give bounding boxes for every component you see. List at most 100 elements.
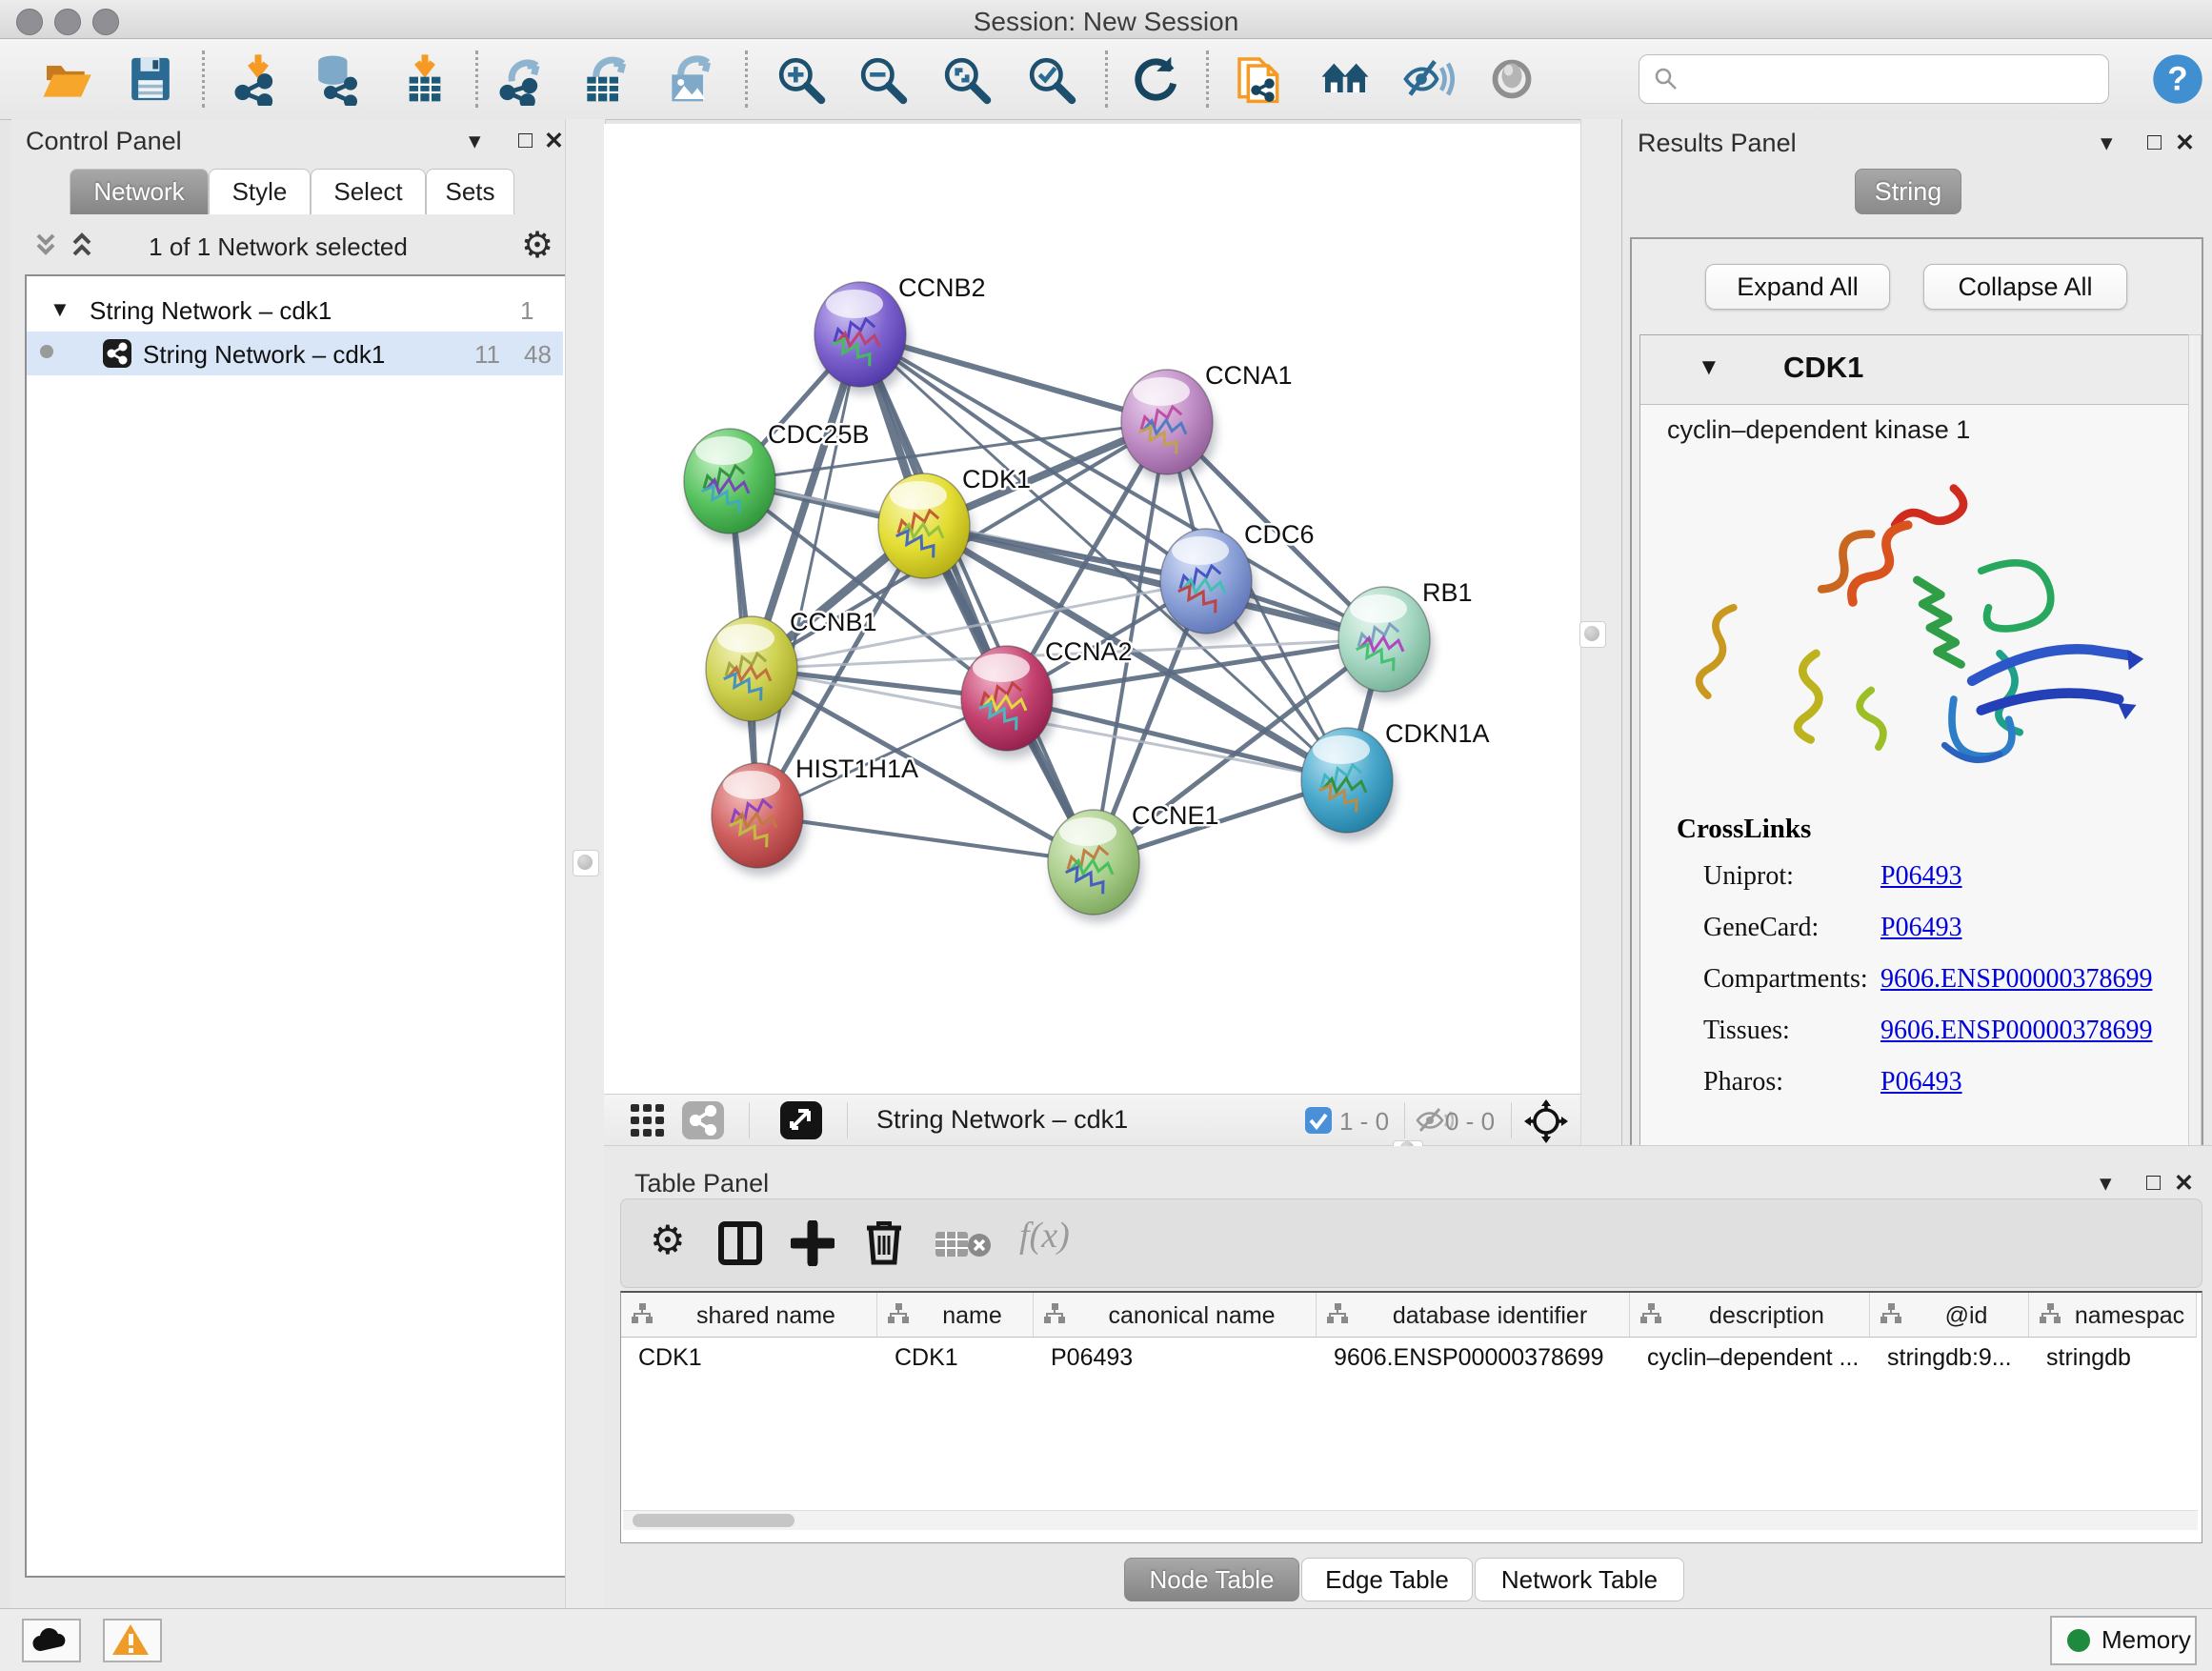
network-node[interactable]: HIST1H1A — [712, 755, 918, 876]
add-column-icon[interactable] — [791, 1220, 835, 1266]
network-node[interactable]: CCNE1 — [1048, 801, 1219, 922]
network-edge[interactable] — [757, 334, 860, 815]
table-settings-gear-icon[interactable]: ⚙ — [650, 1217, 686, 1263]
results-panel-close-icon[interactable]: ✕ — [2175, 129, 2195, 157]
column-header-database-identifier[interactable]: database identifier — [1317, 1293, 1630, 1338]
collection-expand-icon[interactable]: ▼ — [50, 297, 70, 322]
table-cell[interactable]: P06493 — [1051, 1337, 1311, 1386]
string-document-icon[interactable] — [1233, 52, 1286, 106]
results-panel-float-icon[interactable]: □ — [2147, 129, 2162, 156]
birds-eye-view-icon[interactable] — [780, 1101, 822, 1139]
warnings-button[interactable] — [103, 1619, 162, 1662]
grid-view-icon[interactable] — [631, 1104, 665, 1137]
node-table[interactable]: shared namenamecanonical namedatabase id… — [620, 1291, 2202, 1543]
tab-network[interactable]: Network — [70, 169, 209, 214]
network-node[interactable]: CDC25B — [684, 420, 870, 541]
apply-layout-icon[interactable] — [1129, 52, 1182, 106]
import-network-icon[interactable] — [231, 52, 285, 106]
network-node[interactable]: CCNA2 — [961, 637, 1133, 758]
network-node[interactable]: CCNB2 — [814, 273, 986, 394]
string-home-icon[interactable] — [1318, 52, 1372, 106]
network-graph[interactable]: CCNB2CCNA1CDC25BCDK1CDC6RB1CCNB1CCNA2CDK… — [604, 124, 1580, 1094]
table-cell[interactable]: cyclin–dependent ... — [1647, 1337, 1864, 1386]
column-header-shared-name[interactable]: shared name — [621, 1293, 877, 1338]
table-hscrollbar-track[interactable] — [623, 1510, 2198, 1530]
collapse-all-networks-icon[interactable] — [34, 232, 67, 260]
tab-node-table[interactable]: Node Table — [1124, 1558, 1299, 1601]
import-network-from-database-icon[interactable] — [311, 52, 364, 106]
node-label: CCNB2 — [898, 273, 986, 302]
open-session-icon[interactable] — [40, 52, 93, 106]
table-panel-menu-icon[interactable]: ▾ — [2100, 1169, 2112, 1198]
crosslink-value-link[interactable]: P06493 — [1880, 1067, 1962, 1097]
crosslink-value-link[interactable]: P06493 — [1880, 913, 1962, 943]
table-panel-float-icon[interactable]: □ — [2146, 1169, 2161, 1197]
enhance-labels-icon[interactable] — [1401, 52, 1455, 106]
results-panel-menu-icon[interactable]: ▾ — [2101, 129, 2113, 157]
table-cell[interactable]: stringdb:9... — [1887, 1337, 2023, 1386]
table-cell[interactable]: CDK1 — [895, 1337, 1028, 1386]
control-panel-menu-icon[interactable]: ▾ — [469, 127, 481, 155]
table-hscrollbar-thumb[interactable] — [633, 1514, 794, 1527]
network-edge[interactable] — [757, 815, 1094, 862]
expand-all-button[interactable]: Expand All — [1705, 264, 1890, 310]
control-panel-float-icon[interactable]: □ — [518, 127, 533, 154]
tab-edge-table[interactable]: Edge Table — [1301, 1558, 1473, 1601]
results-scrollbar[interactable] — [2188, 334, 2202, 1150]
collection-label: String Network – cdk1 — [90, 296, 332, 326]
tab-select[interactable]: Select — [311, 169, 426, 214]
zoom-selected-icon[interactable] — [1024, 52, 1077, 106]
help-icon[interactable]: ? — [2151, 52, 2204, 106]
export-table-icon[interactable] — [578, 52, 632, 106]
table-cell[interactable]: 9606.ENSP00000378699 — [1334, 1337, 1624, 1386]
zoom-in-icon[interactable] — [774, 52, 827, 106]
right-splitter-handle[interactable] — [1579, 621, 1606, 648]
export-image-icon[interactable] — [663, 52, 716, 106]
network-node[interactable]: CDKN1A — [1301, 719, 1490, 840]
collapse-all-button[interactable]: Collapse All — [1923, 264, 2127, 310]
tab-network-table[interactable]: Network Table — [1475, 1558, 1684, 1601]
protein-result-card: ▼ CDK1 cyclin–dependent kinase 1 — [1639, 334, 2192, 1150]
tab-string[interactable]: String — [1855, 169, 1961, 214]
tab-sets[interactable]: Sets — [426, 169, 514, 214]
expand-all-networks-icon[interactable] — [70, 232, 103, 260]
table-panel-close-icon[interactable]: ✕ — [2174, 1169, 2194, 1198]
delete-column-icon[interactable] — [863, 1218, 905, 1266]
protein-header[interactable]: ▼ CDK1 — [1640, 335, 2191, 405]
network-options-gear-icon[interactable]: ⚙ — [521, 224, 553, 266]
import-table-icon[interactable] — [398, 52, 452, 106]
save-session-icon[interactable] — [124, 52, 177, 106]
network-collection-row[interactable]: ▼ String Network – cdk1 1 — [27, 288, 563, 332]
show-columns-icon[interactable] — [718, 1220, 762, 1266]
network-node[interactable]: CDC6 — [1160, 520, 1315, 641]
network-node[interactable]: RB1 — [1338, 578, 1473, 699]
fit-content-crosshair-icon[interactable] — [1524, 1099, 1568, 1143]
table-cell[interactable]: CDK1 — [638, 1337, 872, 1386]
network-node[interactable]: CCNB1 — [706, 608, 877, 729]
protein-collapse-icon[interactable]: ▼ — [1698, 354, 1720, 381]
column-header-namespac[interactable]: namespac — [2029, 1293, 2197, 1338]
network-node[interactable]: CDK1 — [878, 465, 1031, 586]
zoom-fit-icon[interactable] — [939, 52, 993, 106]
svg-text:?: ? — [2167, 61, 2187, 98]
export-network-icon[interactable] — [496, 52, 550, 106]
tab-style[interactable]: Style — [209, 169, 311, 214]
cloud-status-button[interactable] — [22, 1619, 81, 1662]
network-row[interactable]: String Network – cdk1 11 48 — [27, 332, 563, 375]
selected-checkbox-icon[interactable] — [1305, 1107, 1332, 1134]
column-header--id[interactable]: @id — [1870, 1293, 2029, 1338]
zoom-out-icon[interactable] — [855, 52, 909, 106]
column-header-name[interactable]: name — [877, 1293, 1034, 1338]
search-input[interactable] — [1639, 54, 2109, 104]
crosslink-value-link[interactable]: P06493 — [1880, 861, 1962, 892]
table-cell[interactable]: stringdb — [2046, 1337, 2191, 1386]
column-header-canonical-name[interactable]: canonical name — [1034, 1293, 1317, 1338]
column-header-description[interactable]: description — [1630, 1293, 1870, 1338]
memory-button[interactable]: Memory — [2050, 1616, 2197, 1665]
crosslink-value-link[interactable]: 9606.ENSP00000378699 — [1880, 964, 2152, 995]
network-canvas[interactable]: CCNB2CCNA1CDC25BCDK1CDC6RB1CCNB1CCNA2CDK… — [604, 124, 1580, 1094]
crosslink-value-link[interactable]: 9606.ENSP00000378699 — [1880, 1016, 2152, 1046]
left-splitter-handle[interactable] — [573, 850, 599, 876]
results-panel: Results Panel ▾ □ ✕ String Expand All Co… — [1621, 119, 2212, 1146]
control-panel-close-icon[interactable]: ✕ — [544, 127, 564, 155]
